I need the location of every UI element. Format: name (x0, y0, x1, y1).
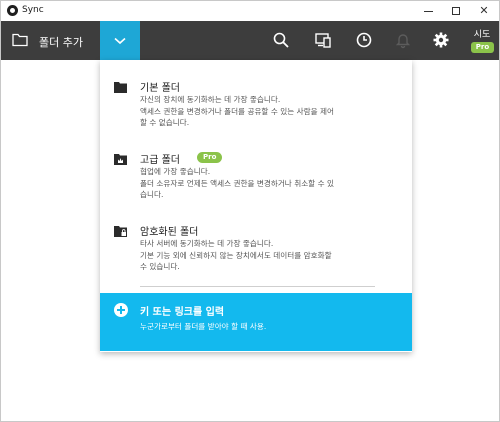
description-line: 할 수 없습니다. (140, 118, 190, 127)
description-line: 폴더 소유자로 언제든 액세스 권한을 변경하거나 취소할 수 있 (140, 178, 334, 188)
close-button[interactable]: ✕ (470, 1, 498, 21)
app-window: Sync ✕ 폴더 추가 시도 Pro 기본 폴더 자신의 장치에 동기화하는 … (0, 0, 500, 422)
description-line: 액세스 권한을 변경하거나 폴더를 공유할 수 있는 사람을 제어 (140, 106, 334, 116)
add-folder-dropdown-button[interactable] (100, 21, 140, 60)
description-line: 기본 기능 외에 신뢰하지 않는 장치에서도 데이터를 암호화할 (140, 250, 332, 260)
option-title: 암호화된 폴더 (140, 227, 199, 238)
minimize-icon (423, 10, 433, 12)
enter-key-or-link-button[interactable]: 키 또는 링크를 입력 누군가로부터 폴더를 받아야 할 때 사용. (100, 293, 412, 351)
description-line: 협업에 가장 좋습니다. (140, 167, 211, 176)
profile-name: 시도 (473, 30, 491, 40)
maximize-icon (452, 7, 460, 15)
minimize-button[interactable] (414, 1, 442, 21)
folder-icon (114, 82, 127, 93)
option-title: 고급 폴더 (140, 155, 180, 166)
folder-icon (12, 33, 28, 47)
devices-icon[interactable] (314, 31, 332, 49)
advanced-folder-icon (114, 154, 127, 165)
title-bar: Sync ✕ (1, 1, 499, 21)
sync-logo-icon (7, 5, 18, 16)
pro-badge: Pro (471, 42, 494, 53)
enter-key-description: 누군가로부터 폴더를 받아야 할 때 사용. (140, 322, 267, 331)
option-title: 기본 폴더 (140, 83, 180, 94)
option-description: 타사 서버에 동기화하는 데 가장 좋습니다. 기본 기능 외에 신뢰하지 않는… (140, 238, 402, 273)
description-line: 자신의 장치에 동기화하는 데 가장 좋습니다. (140, 95, 281, 104)
search-icon[interactable] (272, 31, 290, 49)
enter-key-title: 키 또는 링크를 입력 (140, 307, 225, 318)
encrypted-folder-icon (114, 226, 127, 237)
description-line: 습니다. (140, 190, 164, 199)
main-toolbar: 폴더 추가 시도 Pro (1, 21, 499, 60)
add-folder-menu: 기본 폴더 자신의 장치에 동기화하는 데 가장 좋습니다. 액세스 권한을 변… (100, 60, 412, 352)
menu-divider (140, 286, 375, 287)
chevron-down-icon (114, 37, 126, 45)
menu-item-advanced-folder[interactable]: 고급 폴더 Pro 협업에 가장 좋습니다. 폴더 소유자로 언제든 액세스 권… (100, 151, 412, 211)
notifications-bell-icon[interactable] (394, 31, 412, 49)
settings-gear-icon[interactable] (432, 31, 450, 49)
menu-item-standard-folder[interactable]: 기본 폴더 자신의 장치에 동기화하는 데 가장 좋습니다. 액세스 권한을 변… (100, 79, 412, 139)
description-line: 타사 서버에 동기화하는 데 가장 좋습니다. (140, 239, 274, 248)
add-folder-label: 폴더 추가 (39, 36, 83, 49)
close-icon: ✕ (479, 4, 489, 17)
option-description: 협업에 가장 좋습니다. 폴더 소유자로 언제든 액세스 권한을 변경하거나 취… (140, 166, 402, 201)
description-line: 수 있습니다. (140, 262, 180, 271)
pro-badge: Pro (197, 152, 223, 163)
plus-circle-icon (114, 303, 128, 317)
profile-button[interactable]: 시도 Pro (465, 21, 499, 60)
add-folder-button[interactable]: 폴더 추가 (1, 21, 100, 60)
option-description: 자신의 장치에 동기화하는 데 가장 좋습니다. 액세스 권한을 변경하거나 폴… (140, 94, 402, 129)
window-title: Sync (22, 5, 44, 15)
menu-item-encrypted-folder[interactable]: 암호화된 폴더 타사 서버에 동기화하는 데 가장 좋습니다. 기본 기능 외에… (100, 223, 412, 283)
history-clock-icon[interactable] (355, 31, 373, 49)
maximize-button[interactable] (442, 1, 470, 21)
